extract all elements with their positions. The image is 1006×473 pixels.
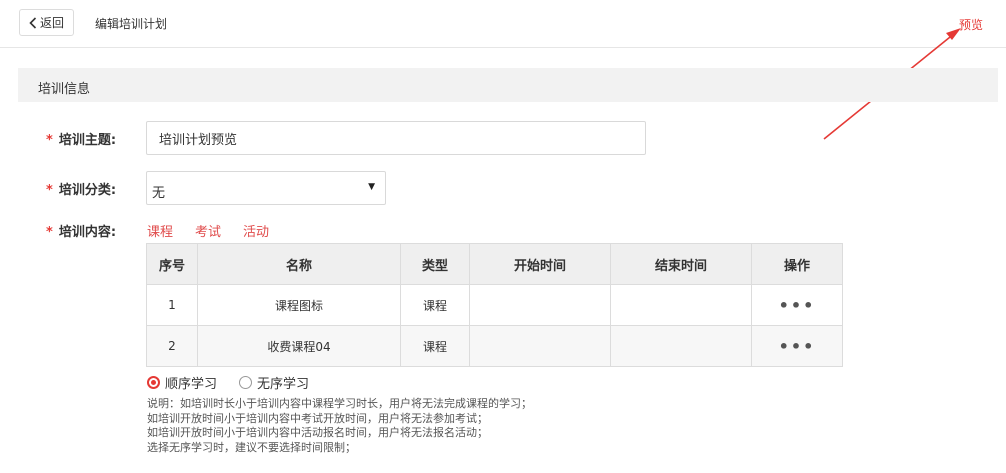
radio-checked-icon[interactable] — [147, 376, 160, 389]
table-row: 2 收费课程04 课程 ••• — [146, 325, 843, 367]
row-start-time — [469, 284, 611, 326]
table-header-row: 序号 名称 类型 开始时间 结束时间 操作 — [146, 243, 843, 285]
required-marker: * — [46, 133, 53, 148]
radio-unordered-label: 无序学习 — [257, 377, 310, 392]
column-header-index: 序号 — [146, 243, 198, 285]
row-end-time — [610, 284, 752, 326]
note-line: 选择无序学习时，建议不要选择时间限制； — [147, 440, 356, 454]
notes: 说明：如培训时长小于培训内容中课程学习时长，用户将无法完成课程的学习； 如培训开… — [147, 397, 532, 455]
add-exam-link[interactable]: 考试 — [195, 221, 221, 240]
row-actions: ••• — [751, 325, 843, 367]
category-select[interactable]: 无 ▼ — [146, 171, 386, 205]
row-type: 课程 — [400, 325, 470, 367]
column-header-type: 类型 — [400, 243, 470, 285]
table-row: 1 课程图标 课程 ••• — [146, 284, 843, 326]
note-line: 说明：如培训时长小于培训内容中课程学习时长，用户将无法完成课程的学习； — [147, 397, 532, 410]
chevron-left-icon — [29, 16, 37, 29]
content-label: * 培训内容: — [46, 221, 116, 240]
more-icon[interactable]: ••• — [779, 296, 816, 315]
add-course-link[interactable]: 课程 — [147, 221, 173, 240]
back-button-label: 返回 — [39, 16, 64, 30]
note-line: 如培训开放时间小于培训内容中活动报名时间，用户将无法报名活动； — [147, 426, 488, 439]
more-icon[interactable]: ••• — [779, 337, 816, 356]
row-index: 2 — [146, 325, 198, 367]
column-header-actions: 操作 — [751, 243, 843, 285]
page-title: 编辑培训计划 — [95, 17, 168, 31]
section-title: 培训信息 — [38, 82, 91, 97]
note-line: 如培训开放时间小于培训内容中考试开放时间，用户将无法参加考试； — [147, 411, 488, 425]
radio-sequential[interactable]: 顺序学习 — [147, 373, 217, 392]
required-marker: * — [46, 183, 53, 198]
content-table: 序号 名称 类型 开始时间 结束时间 操作 1 课程图标 课程 ••• 2 收费… — [146, 243, 843, 367]
category-label: * 培训分类: — [46, 179, 116, 198]
row-name: 收费课程04 — [197, 325, 401, 367]
content-label-text: 培训内容: — [58, 225, 117, 240]
subject-label: * 培训主题: — [46, 129, 116, 148]
required-marker: * — [46, 225, 53, 240]
top-bar: 返回 编辑培训计划 预览 — [0, 0, 1006, 48]
add-activity-link[interactable]: 活动 — [243, 221, 269, 240]
preview-link[interactable]: 预览 — [959, 16, 983, 33]
back-button[interactable]: 返回 — [19, 9, 74, 36]
row-end-time — [610, 325, 752, 367]
row-name: 课程图标 — [197, 284, 401, 326]
column-header-end-time: 结束时间 — [610, 243, 752, 285]
subject-input[interactable] — [146, 121, 646, 155]
radio-sequential-label: 顺序学习 — [165, 377, 218, 392]
row-start-time — [469, 325, 611, 367]
category-label-text: 培训分类: — [58, 183, 117, 198]
row-type: 课程 — [400, 284, 470, 326]
radio-unchecked-icon[interactable] — [239, 376, 253, 389]
row-actions: ••• — [751, 284, 843, 326]
caret-down-icon: ▼ — [368, 182, 375, 192]
column-header-start-time: 开始时间 — [469, 243, 611, 285]
subject-label-text: 培训主题: — [58, 133, 117, 148]
section-header: 培训信息 — [18, 68, 998, 102]
row-index: 1 — [146, 284, 198, 326]
radio-unordered[interactable]: 无序学习 — [239, 373, 309, 392]
study-mode-group: 顺序学习 无序学习 — [147, 373, 331, 392]
category-select-value: 无 — [152, 186, 166, 201]
column-header-name: 名称 — [197, 243, 401, 285]
